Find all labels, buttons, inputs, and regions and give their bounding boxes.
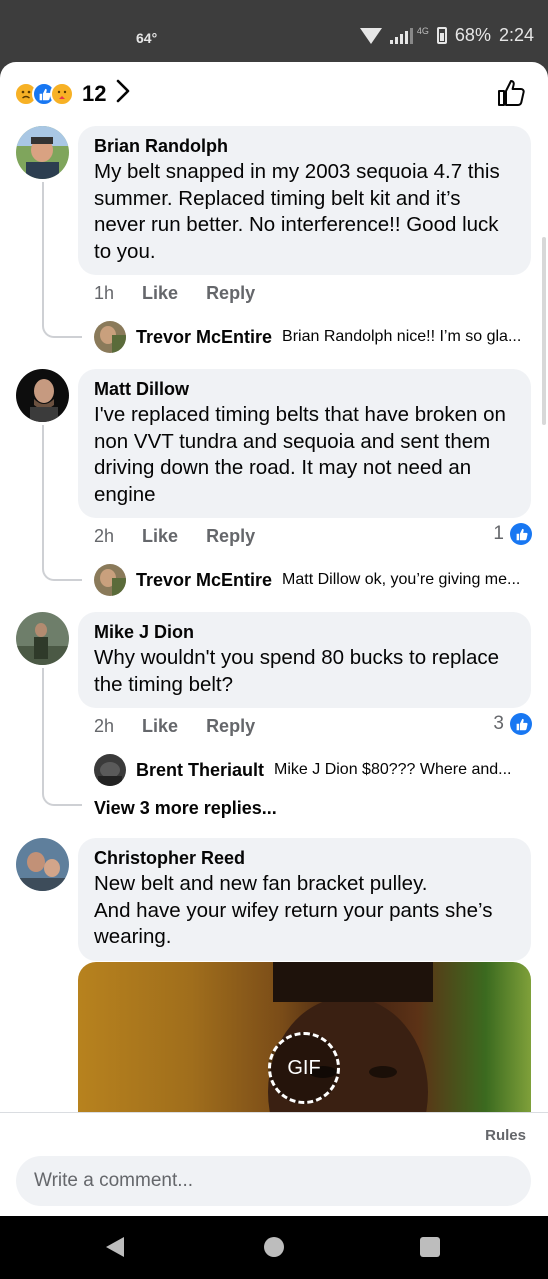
- battery-level: 68%: [454, 25, 491, 45]
- reply-button[interactable]: Reply: [206, 526, 255, 547]
- avatar[interactable]: [16, 612, 69, 665]
- care-reaction-icon: [50, 82, 74, 106]
- comment-input[interactable]: Write a comment...: [16, 1156, 531, 1206]
- comment-text: New belt and new fan bracket pulley. And…: [94, 871, 515, 951]
- reply-preview[interactable]: Trevor McEntire Brian Randolph nice!! I’…: [94, 321, 534, 353]
- thread-line: [42, 425, 82, 581]
- reply-preview[interactable]: Brent Theriault Mike J Dion $80??? Where…: [94, 754, 534, 786]
- temperature: 64°: [136, 30, 158, 46]
- comment-actions: 1h Like Reply: [94, 283, 255, 304]
- like-count: 3: [493, 713, 504, 734]
- scrollbar[interactable]: [542, 237, 546, 425]
- comment-author[interactable]: Christopher Reed: [94, 847, 515, 869]
- reply-author[interactable]: Trevor McEntire: [136, 327, 272, 348]
- comment-actions: 2h Like Reply: [94, 716, 255, 737]
- system-navigation-bar: [0, 1216, 548, 1279]
- signal-icon: [389, 27, 413, 44]
- comment-composer: Rules Write a comment...: [0, 1112, 548, 1216]
- reply-preview[interactable]: Trevor McEntire Matt Dillow ok, you’re g…: [94, 564, 534, 596]
- like-button[interactable]: Like: [142, 716, 178, 737]
- comment-author[interactable]: Brian Randolph: [94, 135, 515, 157]
- home-icon[interactable]: [264, 1237, 284, 1257]
- avatar[interactable]: [16, 838, 69, 891]
- comment-author[interactable]: Matt Dillow: [94, 378, 515, 400]
- recent-apps-icon[interactable]: [420, 1237, 440, 1257]
- thread-line: [42, 182, 82, 338]
- reply-button[interactable]: Reply: [206, 716, 255, 737]
- gif-attachment[interactable]: GIF: [78, 962, 531, 1122]
- like-button[interactable]: Like: [142, 283, 178, 304]
- status-bar: 64° 4G 68% 2:24: [0, 0, 548, 62]
- clock: 2:24: [498, 25, 534, 45]
- comment-text-line: New belt and new fan bracket pulley.: [94, 872, 428, 895]
- comment-likes[interactable]: 3: [493, 713, 532, 735]
- comment-time: 2h: [94, 716, 115, 736]
- comment-text: My belt snapped in my 2003 sequoia 4.7 t…: [94, 160, 500, 263]
- reply-text: Mike J Dion $80??? Where and...: [274, 761, 512, 778]
- comment-bubble[interactable]: Matt Dillow I've replaced timing belts t…: [78, 369, 531, 518]
- reactions-summary[interactable]: 12: [14, 79, 534, 110]
- like-post-icon[interactable]: [496, 78, 526, 108]
- rules-link[interactable]: Rules: [485, 1127, 526, 1144]
- comment-bubble[interactable]: Christopher Reed New belt and new fan br…: [78, 838, 531, 961]
- comments-sheet: 12 Brian Randolph My belt snapped in my …: [0, 62, 548, 1216]
- comment-bubble[interactable]: Mike J Dion Why wouldn't you spend 80 bu…: [78, 612, 531, 708]
- reply-author[interactable]: Brent Theriault: [136, 760, 264, 781]
- comment-likes[interactable]: 1: [493, 523, 532, 545]
- reply-author[interactable]: Trevor McEntire: [136, 570, 272, 591]
- gif-badge[interactable]: GIF: [268, 1032, 340, 1104]
- comment-bubble[interactable]: Brian Randolph My belt snapped in my 200…: [78, 126, 531, 275]
- wifi-icon: [359, 27, 382, 44]
- reply-text: Brian Randolph nice!! I’m so gla...: [282, 328, 522, 345]
- like-icon: [510, 713, 532, 735]
- comment-time: 2h: [94, 526, 115, 546]
- avatar[interactable]: [94, 754, 126, 786]
- comment-text-line: And have your wifey return your pants sh…: [94, 898, 493, 949]
- avatar[interactable]: [94, 321, 126, 353]
- comment-time: 1h: [94, 283, 115, 303]
- reaction-count: 12: [82, 81, 107, 106]
- comment-text: Why wouldn't you spend 80 bucks to repla…: [94, 646, 500, 696]
- back-icon[interactable]: [106, 1237, 124, 1257]
- avatar[interactable]: [94, 564, 126, 596]
- comment-text: I've replaced timing belts that have bro…: [94, 403, 506, 506]
- avatar[interactable]: [16, 369, 69, 422]
- avatar[interactable]: [16, 126, 69, 179]
- chevron-right-icon[interactable]: [116, 79, 130, 110]
- like-count: 1: [493, 523, 504, 544]
- comment-actions: 2h Like Reply: [94, 526, 255, 547]
- comment-author[interactable]: Mike J Dion: [94, 621, 515, 643]
- like-icon: [510, 523, 532, 545]
- network-type: 4G: [416, 25, 429, 36]
- like-button[interactable]: Like: [142, 526, 178, 547]
- view-more-replies-link[interactable]: View 3 more replies...: [94, 798, 277, 819]
- reply-text: Matt Dillow ok, you’re giving me...: [282, 571, 521, 588]
- battery-icon: [436, 27, 447, 44]
- thread-line: [42, 668, 82, 806]
- reply-button[interactable]: Reply: [206, 283, 255, 304]
